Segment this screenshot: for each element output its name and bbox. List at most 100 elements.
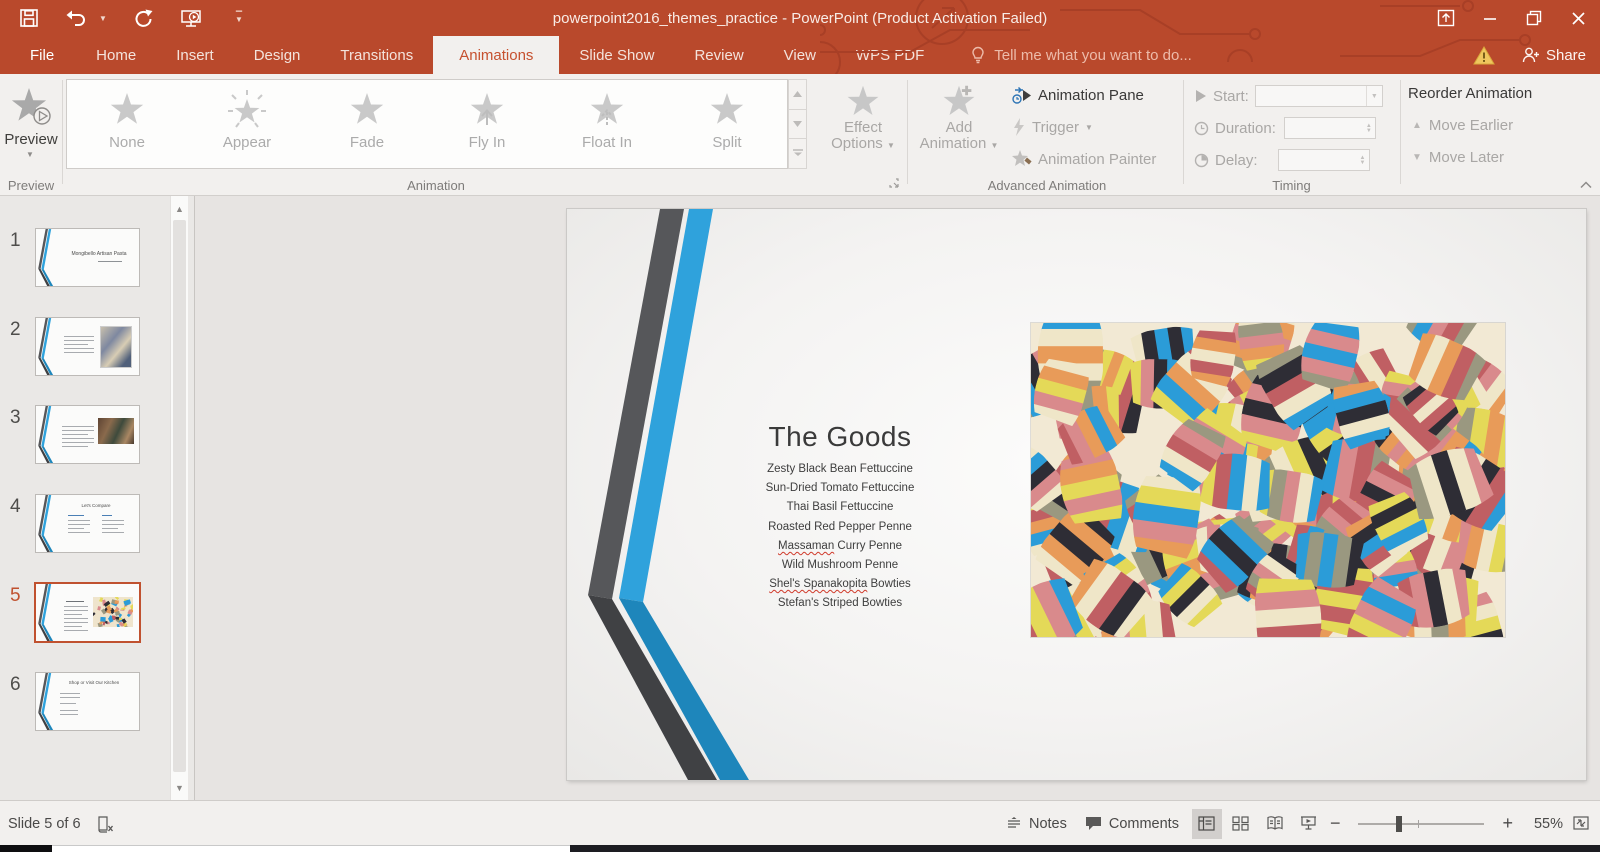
zoom-in-button[interactable]: + [1496,813,1519,834]
notes-button[interactable]: Notes [997,811,1076,837]
thumbnail-scroll-up-arrow[interactable]: ▲ [171,200,188,217]
thumbnail-slide-preview[interactable]: Shop or Visit Our Kitchen [35,672,140,731]
slideshow-view-button[interactable] [1294,809,1324,839]
slide-title[interactable]: The Goods [690,421,990,453]
zoom-slider[interactable] [1358,815,1485,832]
float-in-star-icon [590,93,624,125]
comments-button[interactable]: Comments [1076,811,1188,837]
slide-body-list[interactable]: Zesty Black Bean Fettuccine Sun-Dried Tom… [690,460,990,614]
thumbnail-slide-preview[interactable] [35,317,140,376]
effect-options-star-icon [847,85,879,116]
duration-label: Duration: [1215,119,1276,137]
start-dropdown-caret[interactable]: ▼ [1365,86,1382,106]
slide-list-item[interactable]: Roasted Red Pepper Penne [690,518,990,537]
duration-spinner[interactable]: ▲ ▼ [1363,118,1375,140]
undo-button[interactable] [64,5,90,31]
zoom-out-button[interactable]: − [1324,813,1347,834]
tab-insert[interactable]: Insert [156,36,234,74]
delay-spinner[interactable]: ▲ ▼ [1357,150,1369,172]
animation-fade[interactable]: Fade [307,80,427,168]
tab-design[interactable]: Design [234,36,321,74]
zoom-slider-thumb[interactable] [1396,815,1403,832]
delay-input[interactable]: ▲ ▼ [1277,149,1370,172]
tab-wps-pdf[interactable]: WPS PDF [836,36,944,74]
thumbnail-slide-preview[interactable] [35,405,140,464]
start-slideshow-button[interactable] [178,5,204,31]
animation-none[interactable]: None [67,80,187,168]
slide-list-item[interactable]: Shel's Spanakopita Bowties [690,575,990,594]
move-earlier-icon: ▲ [1412,120,1422,131]
current-slide[interactable]: The Goods Zesty Black Bean Fettuccine Sun… [567,209,1586,780]
slide-number: 5 [10,585,21,606]
tab-review[interactable]: Review [674,36,763,74]
status-bar: Slide 5 of 6 Notes Comments − + 55% [0,800,1600,845]
slide-thumbnail-panel: 1 Mongibello Artisan Pasta 2 3 4 Let's Compa… [0,196,195,800]
tab-file[interactable]: File [8,36,76,74]
appear-star-icon [228,90,266,128]
animation-painter-button[interactable]: Animation Painter [1012,148,1156,170]
animation-float-in[interactable]: Float In [547,80,667,168]
normal-view-button[interactable] [1191,808,1222,839]
duration-clock-icon [1194,121,1209,135]
preview-dropdown-caret[interactable]: ▼ [26,150,34,159]
animation-pane-button[interactable]: Animation Pane [1012,84,1144,106]
animation-split[interactable]: Split [667,80,787,168]
close-button[interactable] [1556,0,1600,36]
start-dropdown[interactable]: ▼ [1254,85,1383,107]
move-earlier-button[interactable]: ▲ Move Earlier [1412,117,1513,134]
reorder-animation-header: Reorder Animation [1408,85,1533,102]
activation-warning-icon[interactable] [1473,45,1495,65]
gallery-scroll-down-button[interactable] [788,109,807,140]
trigger-button[interactable]: Trigger ▼ [1012,116,1093,138]
none-star-icon [110,93,144,124]
comments-icon [1085,817,1101,830]
share-button[interactable]: Share [1521,46,1586,64]
slide-list-item[interactable]: Stefan's Striped Bowties [690,594,990,613]
tell-me-box[interactable]: Tell me what you want to do... [970,36,1192,74]
add-animation-button[interactable]: Add Animation ▼ [912,82,1006,172]
reading-view-button[interactable] [1260,809,1290,839]
thumbnail-photo [98,418,134,444]
gallery-more-button[interactable] [788,139,807,170]
customize-qat-caret[interactable]: ▔ ▼ [226,5,252,31]
start-icon [1196,90,1206,102]
undo-dropdown-caret[interactable]: ▼ [98,5,108,31]
pasta-photo[interactable] [1031,323,1505,637]
thumbnail-slide-preview[interactable]: Mongibello Artisan Pasta [35,228,140,287]
redo-button[interactable] [130,5,156,31]
thumbnail-scrollbar-thumb[interactable] [173,220,186,772]
slide-list-item[interactable]: Sun-Dried Tomato Fettuccine [690,479,990,498]
animation-appear[interactable]: Appear [187,80,307,168]
tab-home[interactable]: Home [76,36,156,74]
minimize-button[interactable] [1468,0,1512,36]
gallery-scroll-up-button[interactable] [788,79,807,110]
fit-slide-to-window-button[interactable] [1573,815,1592,832]
thumbnail-scrollbar[interactable]: ▲ ▼ [170,196,188,800]
slide-list-item[interactable]: Zesty Black Bean Fettuccine [690,460,990,479]
move-later-button[interactable]: ▼ Move Later [1412,149,1504,166]
save-button[interactable] [16,5,42,31]
restore-button[interactable] [1512,0,1556,36]
slide-list-item[interactable]: Thai Basil Fettuccine [690,498,990,517]
thumbnail-scroll-down-arrow[interactable]: ▼ [171,779,188,796]
animation-fly-in[interactable]: Fly In [427,80,547,168]
ribbon-display-options-button[interactable] [1424,0,1468,36]
duration-input[interactable]: ▲ ▼ [1283,117,1376,140]
split-star-icon [710,93,744,124]
spellcheck-icon[interactable] [97,815,114,833]
tab-view[interactable]: View [764,36,836,74]
effect-options-button[interactable]: Effect Options ▼ [822,82,904,172]
collapse-ribbon-chevron[interactable] [1580,180,1592,189]
slide-editing-canvas[interactable]: The Goods Zesty Black Bean Fettuccine Sun… [196,196,1592,800]
title-bar: ▼ ▔ ▼ powerpoint2016_themes_practice - Po… [0,0,1600,74]
slide-sorter-view-button[interactable] [1226,809,1256,839]
tab-animations[interactable]: Animations [433,36,560,74]
slide-list-item[interactable]: Wild Mushroom Penne [690,556,990,575]
slide-list-item[interactable]: Massaman Curry Penne [690,537,990,556]
tab-transitions[interactable]: Transitions [320,36,433,74]
thumbnail-slide-preview[interactable]: Let's Compare [35,494,140,553]
animation-dialog-launcher[interactable] [888,177,900,189]
thumbnail-slide-preview[interactable] [34,582,141,643]
tab-slide-show[interactable]: Slide Show [559,36,674,74]
zoom-percentage[interactable]: 55% [1519,816,1563,832]
